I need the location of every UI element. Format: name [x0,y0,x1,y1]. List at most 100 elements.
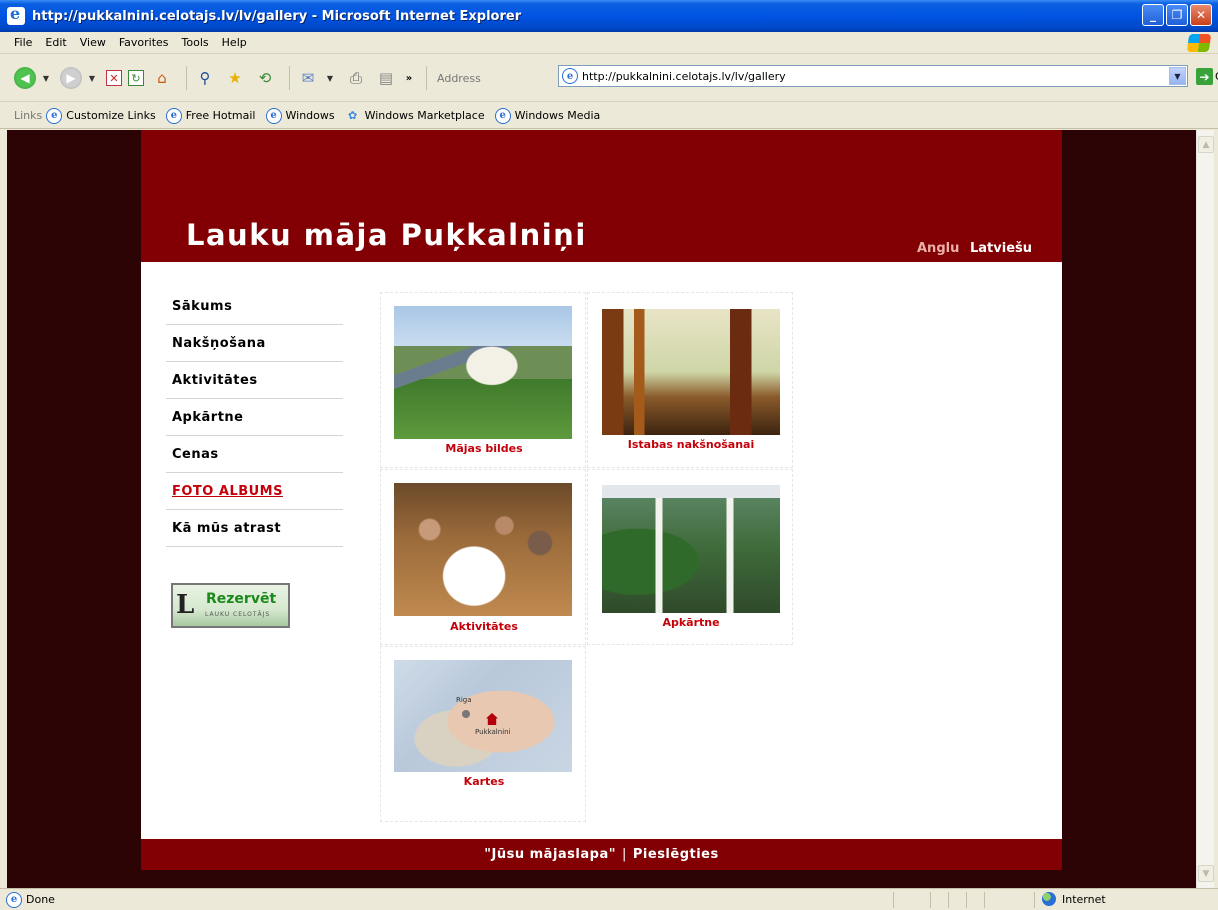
menu-view[interactable]: View [80,36,106,49]
link-label: Customize Links [66,109,156,122]
gallery-item[interactable]: Aktivitātes [380,469,586,645]
map-label-pukkalnini: Pukkalnini [475,728,511,736]
reserve-button[interactable]: L Rezervēt LAUKU CELOTĀJS [171,583,290,628]
gallery-item[interactable]: Apkārtne [587,469,793,645]
ie-page-icon: e [46,107,63,124]
house-marker-icon [486,713,498,725]
menu-tools[interactable]: Tools [182,36,209,49]
zone-label: Internet [1062,892,1106,906]
status-panel-divider [948,892,949,908]
link-windows-marketplace[interactable]: ✿ Windows Marketplace [345,109,485,123]
toolbar-chevron-icon[interactable]: » [404,66,414,90]
gallery-item[interactable]: Mājas bildes [380,292,586,468]
menu-favorites[interactable]: Favorites [119,36,169,49]
edit-button[interactable]: ▤ [374,66,398,90]
back-button[interactable]: ◀ [14,67,36,89]
ie-page-icon: e [494,107,511,124]
forward-dropdown-icon[interactable]: ▼ [88,66,96,90]
link-free-hotmail[interactable]: e Free Hotmail [165,107,256,124]
address-bar[interactable]: e http://pukkalnini.celotajs.lv/lv/galle… [558,65,1188,87]
nav-item-aktivitates[interactable]: Aktivitātes [166,362,343,399]
house-photo-thumbnail[interactable] [394,306,572,439]
forward-button[interactable]: ▶ [60,67,82,89]
footer-separator: | [622,847,627,862]
close-button[interactable]: ✕ [1190,4,1212,26]
ie-app-icon [7,4,25,25]
stop-button[interactable]: ✕ [106,70,122,86]
link-label: Windows [285,109,335,122]
surroundings-photo-thumbnail[interactable] [602,485,780,613]
map-city-dot [462,710,470,718]
nav-item-sakums[interactable]: Sākums [166,288,343,325]
lauku-celotajs-logo: L [176,590,195,620]
marketplace-icon: ✿ [348,109,358,122]
site-footer: "Jūsu mājaslapa" | Pieslēgties [141,839,1062,870]
status-panel-divider [930,892,931,908]
room-photo-thumbnail[interactable] [602,309,780,435]
footer-homepage-link[interactable]: "Jūsu mājaslapa" [484,847,616,862]
minimize-button[interactable]: _ [1142,4,1164,26]
window-title: http://pukkalnini.celotajs.lv/lv/gallery… [32,8,522,24]
menu-help[interactable]: Help [222,36,247,49]
nav-item-apkartne[interactable]: Apkārtne [166,399,343,436]
scroll-up-arrow-icon[interactable]: ▲ [1198,136,1214,153]
gallery-caption[interactable]: Istabas nakšnošanai [588,438,794,451]
map-thumbnail[interactable]: Riga Pukkalnini [394,660,572,772]
back-dropdown-icon[interactable]: ▼ [42,66,50,90]
scroll-down-arrow-icon[interactable]: ▼ [1198,865,1214,882]
toolbar-separator [186,66,187,90]
refresh-button[interactable]: ↻ [128,70,144,86]
address-label: Address [437,71,481,85]
address-dropdown-button[interactable]: ▼ [1169,67,1186,85]
mail-dropdown-icon[interactable]: ▼ [326,66,334,90]
standard-toolbar: ◀ ▼ ▶ ▼ ✕ ↻ ⌂ ⚲ ★ ⟲ ✉ ▼ ⎙ ▤ » Address e … [0,55,1218,102]
search-button[interactable]: ⚲ [193,66,217,90]
ie-page-icon: e [165,107,182,124]
gallery-item[interactable]: Riga Pukkalnini Kartes [380,646,586,822]
menu-edit[interactable]: Edit [45,36,66,49]
restore-button[interactable]: ❐ [1166,4,1188,26]
site-title: Lauku māja Puķkalniņi [186,218,587,252]
go-arrow-icon[interactable]: ➔ [1196,68,1213,85]
nav-item-ka-mus-atrast[interactable]: Kā mūs atrast [166,510,343,547]
links-bar: Links e Customize Links e Free Hotmail e Wi… [0,103,1218,129]
gallery-caption[interactable]: Aktivitātes [381,620,587,633]
link-customize-links[interactable]: e Customize Links [46,107,156,124]
nav-item-foto-albums[interactable]: FOTO ALBUMS [166,473,343,510]
activities-photo-thumbnail[interactable] [394,483,572,616]
toolbar-separator [289,66,290,90]
reserve-button-label: Rezervēt [206,591,277,607]
print-button[interactable]: ⎙ [344,66,368,90]
gallery-item[interactable]: Istabas nakšnošanai [587,292,793,468]
window-title-bar[interactable]: http://pukkalnini.celotajs.lv/lv/gallery… [0,0,1218,32]
lang-latvian-link[interactable]: Latviešu [970,241,1032,256]
footer-login-link[interactable]: Pieslēgties [633,847,719,862]
status-text: Done [26,893,55,906]
mail-button[interactable]: ✉ [296,66,320,90]
security-zone[interactable]: Internet [1042,892,1106,906]
home-button[interactable]: ⌂ [150,66,174,90]
reserve-button-sublabel: LAUKU CELOTĀJS [205,611,271,618]
gallery-caption[interactable]: Apkārtne [588,616,794,629]
nav-item-naksnosana[interactable]: Nakšņošana [166,325,343,362]
favorites-button[interactable]: ★ [223,66,247,90]
site-header: Lauku māja Puķkalniņi Anglu Latviešu [141,130,1062,262]
link-label: Windows Marketplace [364,109,485,122]
gallery-caption[interactable]: Mājas bildes [381,442,587,455]
site-container: Lauku māja Puķkalniņi Anglu Latviešu Sāk… [141,130,1062,870]
link-windows[interactable]: e Windows [265,107,335,124]
vertical-scrollbar[interactable]: ▲ ▼ [1196,130,1214,888]
address-input[interactable]: http://pukkalnini.celotajs.lv/lv/gallery [582,70,1169,83]
status-panel-divider [893,892,894,908]
link-label: Free Hotmail [185,109,256,122]
page-viewport: Lauku māja Puķkalniņi Anglu Latviešu Sāk… [7,130,1196,888]
links-label: Links [14,109,43,122]
link-windows-media[interactable]: e Windows Media [494,107,600,124]
nav-item-cenas[interactable]: Cenas [166,436,343,473]
menu-file[interactable]: File [14,36,32,49]
history-button[interactable]: ⟲ [253,66,277,90]
globe-icon [1042,892,1056,906]
window-controls: _ ❐ ✕ [1142,4,1212,26]
lang-english-link[interactable]: Anglu [917,241,959,256]
gallery-caption[interactable]: Kartes [381,775,587,788]
